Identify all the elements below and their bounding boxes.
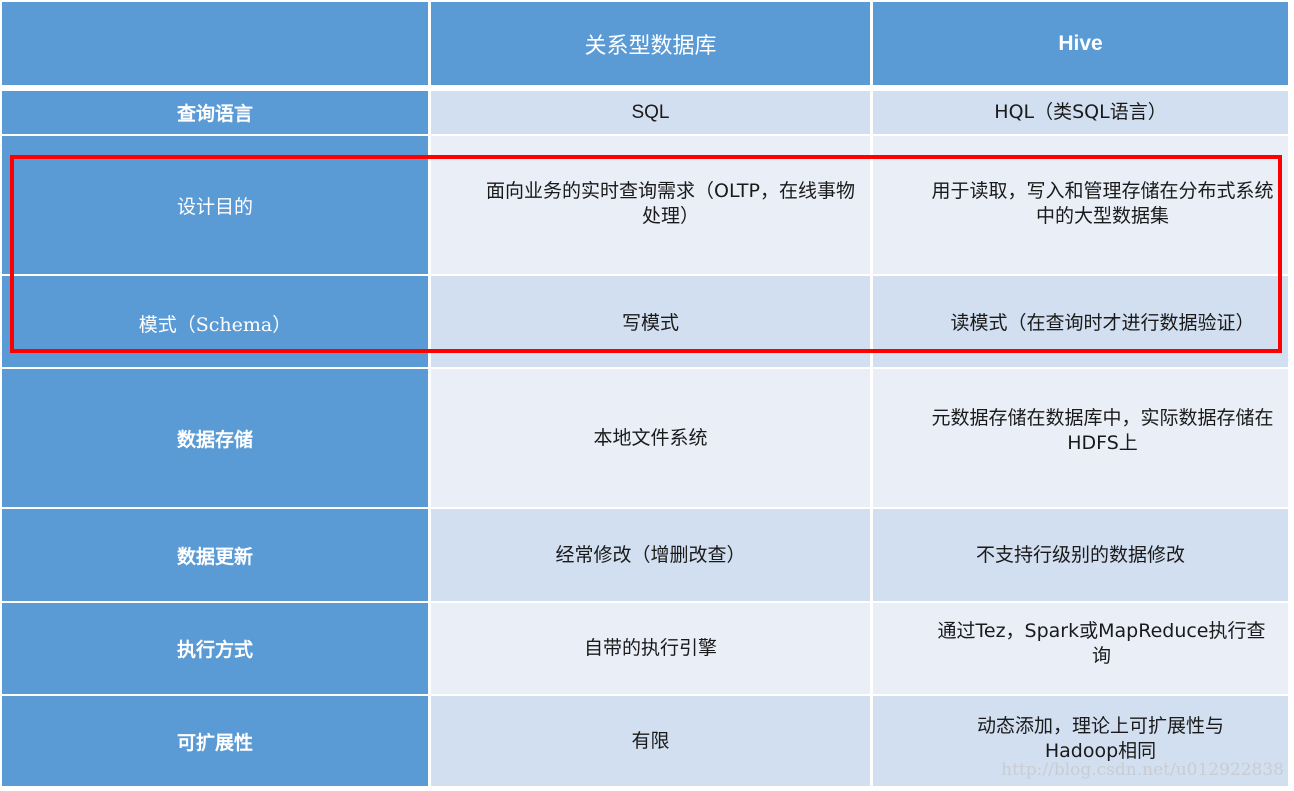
cell-rdbms-scalability: 有限 <box>431 696 870 786</box>
cell-hive-data-storage: 元数据存储在数据库中，实际数据存储在HDFS上 <box>873 369 1288 507</box>
row-label-schema: 模式（Schema） <box>2 276 428 367</box>
cell-rdbms-query-language: SQL <box>431 91 870 134</box>
header-empty-cell <box>2 2 428 85</box>
cell-hive-execution: 通过Tez，Spark或MapReduce执行查询 <box>873 603 1288 694</box>
row-label-data-update: 数据更新 <box>2 509 428 601</box>
cell-hive-data-update: 不支持行级别的数据修改 <box>873 509 1288 601</box>
header-hive: Hive <box>873 2 1288 85</box>
row-label-query-language: 查询语言 <box>2 91 428 134</box>
row-label-scalability: 可扩展性 <box>2 696 428 786</box>
cell-rdbms-execution: 自带的执行引擎 <box>431 603 870 694</box>
row-label-design-goal: 设计目的 <box>2 136 428 274</box>
watermark-text: http://blog.csdn.net/u012922838 <box>1001 760 1284 780</box>
header-rdbms: 关系型数据库 <box>431 2 870 85</box>
cell-hive-query-language: HQL（类SQL语言） <box>873 91 1288 134</box>
cell-hive-design-goal: 用于读取，写入和管理存储在分布式系统中的大型数据集 <box>873 136 1288 274</box>
cell-rdbms-schema: 写模式 <box>431 276 870 367</box>
row-label-execution: 执行方式 <box>2 603 428 694</box>
cell-hive-schema: 读模式（在查询时才进行数据验证） <box>873 276 1288 367</box>
cell-rdbms-data-storage: 本地文件系统 <box>431 369 870 507</box>
row-label-data-storage: 数据存储 <box>2 369 428 507</box>
cell-rdbms-design-goal: 面向业务的实时查询需求（OLTP，在线事物处理） <box>431 136 870 274</box>
cell-rdbms-data-update: 经常修改（增删改查） <box>431 509 870 601</box>
